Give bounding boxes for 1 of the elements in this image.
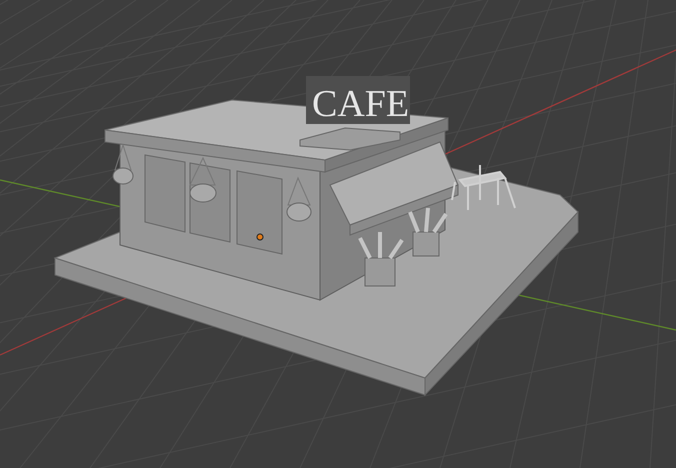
cafe-sign-text: CAFE <box>312 83 410 125</box>
